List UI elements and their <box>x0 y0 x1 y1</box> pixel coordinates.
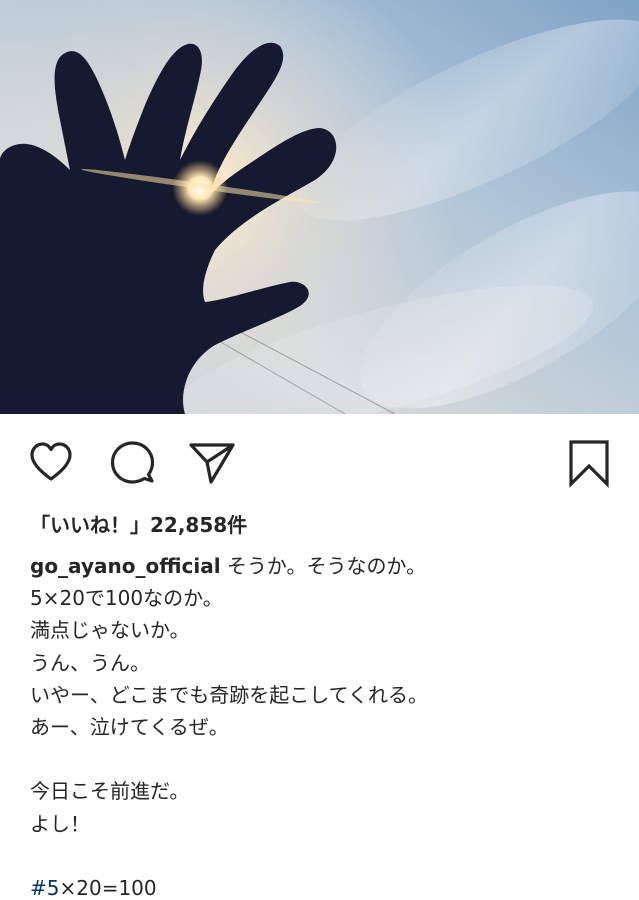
paper-plane-icon <box>189 443 235 484</box>
caption-text-line: あー、泣けてくるぜ。 <box>30 715 229 740</box>
caption-username[interactable]: go_ayano_official <box>30 554 221 578</box>
post-photo-graphic <box>0 0 639 414</box>
caption-text-line: そうか。そうなのか。 <box>220 554 427 578</box>
caption-text-line: 満点じゃないか。 <box>30 618 190 643</box>
comment-button[interactable] <box>107 438 157 488</box>
heart-outline-icon <box>30 442 72 481</box>
bookmark-outline-icon <box>569 440 609 488</box>
caption-hashtag-line: #5×20=100 <box>30 872 620 900</box>
caption-text-line: 5×20で100なのか。 <box>30 586 223 611</box>
like-button[interactable] <box>26 438 76 488</box>
save-button[interactable] <box>564 438 614 488</box>
post-image[interactable] <box>0 0 639 414</box>
share-button[interactable] <box>187 438 237 488</box>
caption-text-line: ×20=100 <box>59 876 157 900</box>
caption-text-line: うん、うん。 <box>30 650 150 675</box>
likes-count[interactable]: 「いいね！」22,858件 <box>30 509 247 538</box>
caption-first-line: go_ayano_official そうか。そうなのか。 <box>30 550 620 582</box>
caption-text-line: いやー、どこまでも奇跡を起こしてくれる。 <box>30 682 428 707</box>
caption-text-line: よし！ <box>30 811 90 836</box>
post-actions-bar <box>0 414 639 504</box>
hashtag-link[interactable]: #5 <box>30 876 59 900</box>
caption-text-line: 今日こそ前進だ。 <box>30 779 190 804</box>
post-caption: go_ayano_official そうか。そうなのか。 5×20で100なのか… <box>30 550 620 900</box>
speech-bubble-icon <box>110 441 155 484</box>
